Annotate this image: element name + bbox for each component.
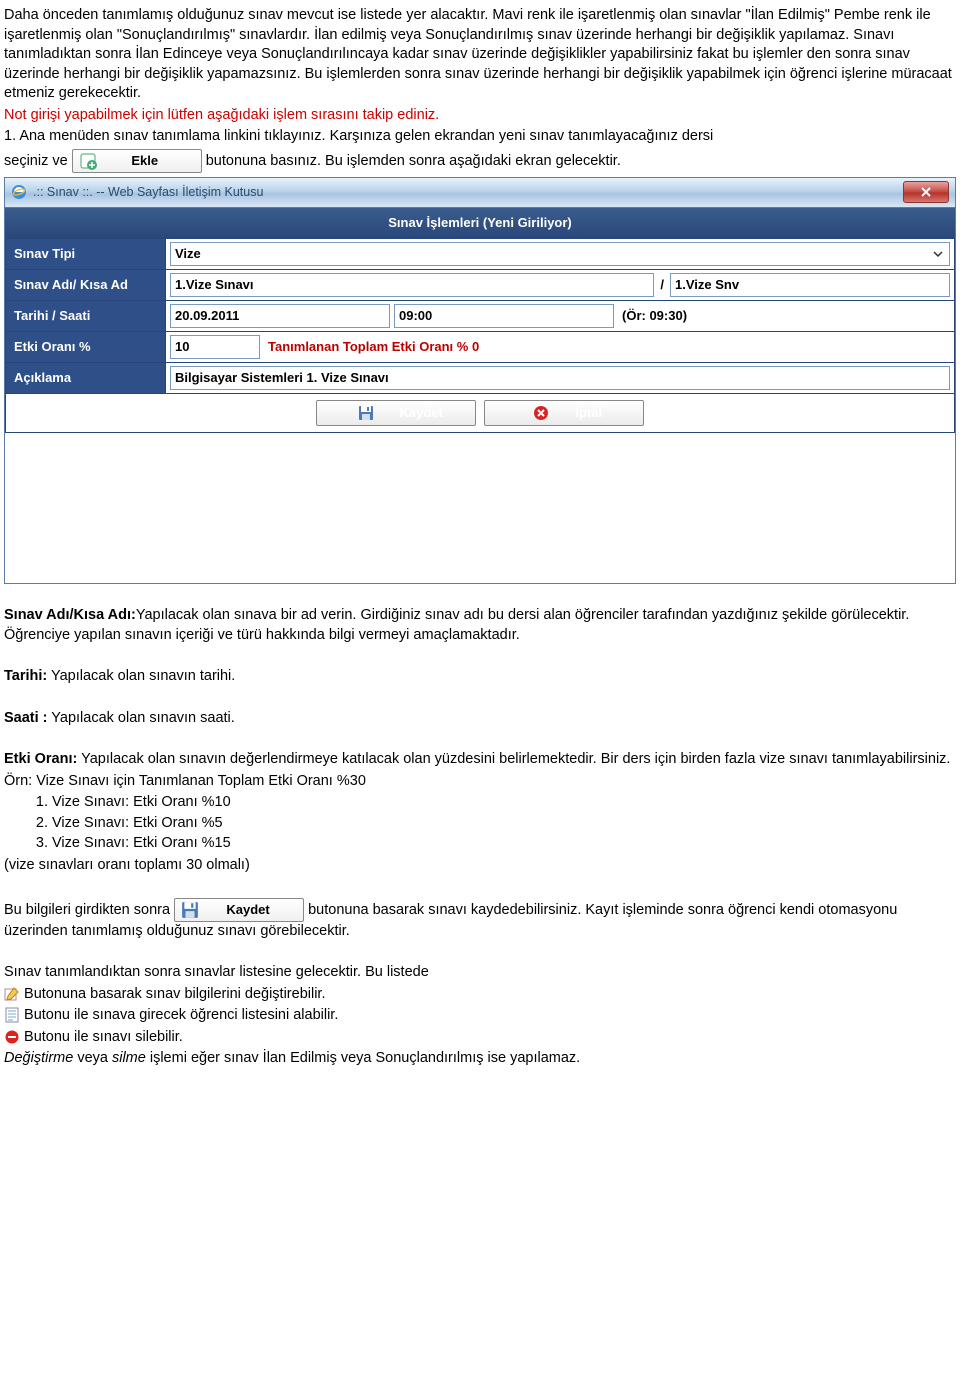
iptal-label: İptal: [575, 404, 602, 422]
kaydet-button[interactable]: Kaydet: [316, 400, 476, 426]
list-item: Vize Sınavı: Etki Oranı %10: [52, 793, 956, 813]
sinav-adi-input[interactable]: [170, 273, 654, 297]
kaydet-prefix: Bu bilgileri girdikten sonra: [4, 901, 170, 917]
dialog-titlebar: .:: Sınav ::. -- Web Sayfası İletişim Ku…: [5, 178, 955, 208]
plus-icon: [79, 152, 97, 170]
tarih-input[interactable]: [170, 304, 390, 328]
etki-label: Etki Oranı:: [4, 751, 77, 767]
kaydet-label: Kaydet: [400, 404, 443, 422]
ie-icon: [11, 184, 27, 200]
list-icon: [4, 1007, 20, 1023]
ekle-label: Ekle: [101, 152, 201, 170]
kaydet-inline-label: Kaydet: [203, 901, 303, 919]
saat-hint: (Ör: 09:30): [622, 307, 687, 325]
dialog-window: .:: Sınav ::. -- Web Sayfası İletişim Ku…: [4, 177, 956, 584]
etki-total-text: Tanımlanan Toplam Etki Oranı % 0: [268, 338, 479, 356]
save-icon: [358, 405, 374, 421]
ekle-button[interactable]: Ekle: [72, 149, 202, 173]
kisa-ad-input[interactable]: [670, 273, 950, 297]
edit-button-text: Butonuna basarak sınav bilgilerini değiş…: [24, 986, 325, 1002]
label-tarih: Tarihi / Saati: [6, 300, 166, 331]
step-1-suffix: butonuna basınız. Bu işlemden sonra aşağ…: [206, 153, 621, 169]
tarih-label: Tarihi:: [4, 668, 47, 684]
aciklama-input[interactable]: [170, 366, 950, 390]
label-aciklama: Açıklama: [6, 362, 166, 393]
saat-text: Yapılacak olan sınavın saati.: [48, 710, 235, 726]
last-rest: işlemi eğer sınav İlan Edilmiş veya Sonu…: [146, 1050, 580, 1066]
slash-separator: /: [658, 276, 666, 294]
dialog-header: Sınav İşlemleri (Yeni Giriliyor): [5, 208, 955, 238]
etki-input[interactable]: [170, 335, 260, 359]
label-etki: Etki Oranı %: [6, 331, 166, 362]
list-item: Vize Sınavı: Etki Oranı %5: [52, 814, 956, 834]
list-button-text: Butonu ile sınava girecek öğrenci listes…: [24, 1007, 338, 1023]
sinav-tipi-select[interactable]: [170, 242, 950, 266]
chevron-down-icon: [930, 246, 946, 262]
iptal-button[interactable]: İptal: [484, 400, 644, 426]
last-sep1: veya: [73, 1050, 112, 1066]
list-item: Vize Sınavı: Etki Oranı %15: [52, 834, 956, 854]
delete-icon: [4, 1029, 20, 1045]
step-1-line: 1. Ana menüden sınav tanımlama linkini t…: [4, 127, 956, 147]
save-icon: [181, 901, 199, 919]
sinav-adi-label: Sınav Adı/Kısa Adı:: [4, 607, 136, 623]
edit-icon: [4, 986, 20, 1002]
etki-text: Yapılacak olan sınavın değerlendirmeye k…: [77, 751, 950, 767]
etki-list: Vize Sınavı: Etki Oranı %10 Vize Sınavı:…: [52, 793, 956, 854]
liste-line: Sınav tanımlandıktan sonra sınavlar list…: [4, 963, 956, 983]
intro-paragraph: Daha önceden tanımlamış olduğunuz sınav …: [4, 6, 956, 104]
dialog-title-text: .:: Sınav ::. -- Web Sayfası İletişim Ku…: [33, 184, 903, 201]
step-1-prefix: seçiniz ve: [4, 153, 72, 169]
delete-button-text: Butonu ile sınavı silebilir.: [24, 1029, 183, 1045]
tarih-text: Yapılacak olan sınavın tarihi.: [47, 668, 235, 684]
dialog-close-button[interactable]: [903, 181, 949, 203]
label-sinav-tipi: Sınav Tipi: [6, 238, 166, 269]
orn-line: Örn: Vize Sınavı için Tanımlanan Toplam …: [4, 772, 956, 792]
form-table: Sınav Tipi Sınav Adı/ Kısa Ad /: [5, 238, 955, 433]
kaydet-button-inline[interactable]: Kaydet: [174, 898, 304, 922]
sinav-adi-text: Yapılacak olan sınava bir ad verin. Gird…: [4, 607, 909, 643]
saat-label: Saati :: [4, 710, 48, 726]
close-icon: [920, 186, 932, 198]
cancel-icon: [533, 405, 549, 421]
label-sinav-adi: Sınav Adı/ Kısa Ad: [6, 269, 166, 300]
last-degistirme: Değiştirme: [4, 1050, 73, 1066]
intro-warning: Not girişi yapabilmek için lütfen aşağıd…: [4, 106, 956, 126]
sum-line: (vize sınavları oranı toplamı 30 olmalı): [4, 856, 956, 876]
saat-input[interactable]: [394, 304, 614, 328]
last-silme: silme: [112, 1050, 146, 1066]
